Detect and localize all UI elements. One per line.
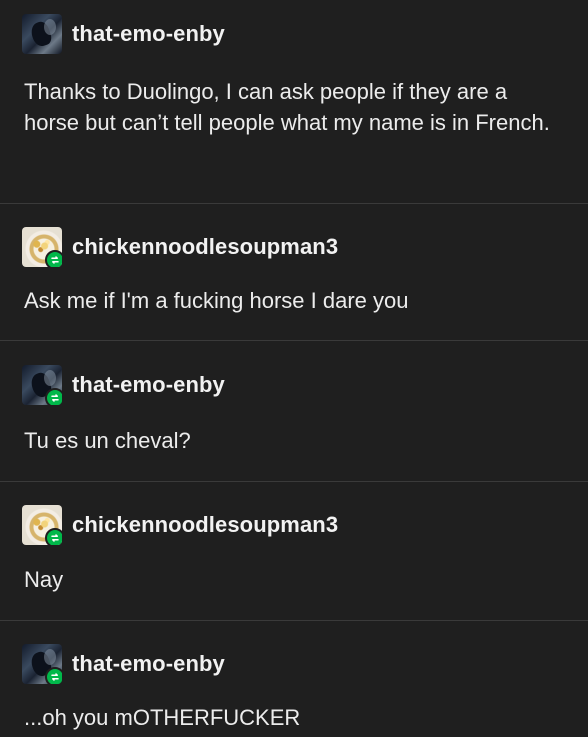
post-header: that-emo-enby (22, 642, 225, 686)
reblog-icon (45, 667, 62, 684)
post-username[interactable]: chickennoodlesoupman3 (72, 236, 338, 258)
post-header: chickennoodlesoupman3 (22, 225, 338, 269)
post-username[interactable]: that-emo-enby (72, 374, 225, 396)
post-divider (0, 620, 588, 621)
post-header: chickennoodlesoupman3 (22, 503, 338, 547)
post-username[interactable]: chickennoodlesoupman3 (72, 514, 338, 536)
emo-avatar-icon[interactable] (22, 14, 62, 54)
post-divider (0, 203, 588, 204)
soup-avatar-icon[interactable] (22, 505, 62, 545)
post-text: Thanks to Duolingo, I can ask people if … (24, 79, 550, 136)
post-username[interactable]: that-emo-enby (72, 23, 225, 45)
soup-avatar-icon[interactable] (22, 227, 62, 267)
post-text: Tu es un cheval? (24, 428, 191, 453)
reblog-icon (45, 528, 62, 545)
emo-avatar-icon[interactable] (22, 365, 62, 405)
post-username[interactable]: that-emo-enby (72, 653, 225, 675)
tumblr-thread: that-emo-enby Thanks to Duolingo, I can … (0, 0, 588, 737)
post-text: Nay (24, 567, 64, 592)
post-text: ...oh you mOTHERFUCKER (24, 705, 301, 730)
post-header: that-emo-enby (22, 12, 225, 56)
emo-avatar-icon[interactable] (22, 644, 62, 684)
reblog-icon (45, 388, 62, 405)
post-text: Ask me if I'm a fucking horse I dare you (24, 288, 409, 313)
post-divider (0, 340, 588, 341)
post-divider (0, 481, 588, 482)
post-header: that-emo-enby (22, 363, 225, 407)
reblog-icon (45, 250, 62, 267)
